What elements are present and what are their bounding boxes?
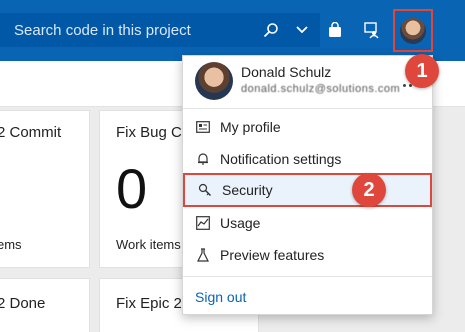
avatar	[195, 62, 233, 100]
search-icon[interactable]	[255, 13, 287, 47]
card-subtitle: Work items	[116, 237, 181, 252]
card-title: Fix Epic 2	[116, 295, 182, 312]
profile-name: Donald Schulz	[241, 64, 332, 80]
top-navigation-bar: Search code in this project	[0, 0, 465, 61]
chevron-down-icon[interactable]	[288, 13, 316, 47]
menu-item-label: My profile	[220, 119, 281, 135]
profile-header: Donald Schulz donald.schulz@solutions.co…	[183, 56, 432, 106]
dashboard-card[interactable]: 2 Commit ems	[0, 110, 90, 268]
menu-item-label: Preview features	[220, 247, 325, 263]
card-title: 2 Commit	[0, 124, 62, 141]
callout-badge-1: 1	[405, 54, 439, 88]
menu-item-usage[interactable]: Usage	[183, 208, 432, 238]
dashboard-card[interactable]: 2 Done	[0, 278, 90, 332]
key-icon	[197, 182, 213, 198]
profile-email: donald.schulz@solutions.com	[241, 83, 401, 95]
avatar	[400, 17, 426, 44]
menu-item-preview-features[interactable]: Preview features	[183, 240, 432, 270]
card-count: 0	[116, 157, 148, 220]
contact-card-icon	[195, 119, 211, 135]
menu-item-security[interactable]: Security	[183, 173, 432, 207]
sign-out-link[interactable]: Sign out	[195, 289, 246, 305]
chart-icon	[195, 215, 211, 231]
feedback-icon[interactable]	[355, 13, 389, 47]
menu-divider	[183, 108, 432, 109]
menu-item-label: Security	[222, 182, 273, 198]
menu-item-label: Notification settings	[220, 151, 342, 167]
menu-item-notification-settings[interactable]: Notification settings	[183, 144, 432, 174]
flask-icon	[195, 247, 211, 263]
card-title: 2 Done	[0, 295, 46, 312]
callout-badge-2: 2	[352, 173, 386, 207]
shopping-bag-icon[interactable]	[318, 13, 352, 47]
bell-icon	[195, 151, 211, 167]
profile-menu: Donald Schulz donald.schulz@solutions.co…	[182, 55, 433, 315]
menu-item-label: Usage	[220, 215, 261, 231]
menu-divider	[183, 276, 432, 277]
search-box[interactable]: Search code in this project	[0, 13, 320, 47]
card-title: Fix Bug Co	[116, 124, 191, 141]
user-avatar-button[interactable]	[393, 9, 433, 52]
card-subtitle: ems	[0, 237, 22, 252]
menu-item-my-profile[interactable]: My profile	[183, 112, 432, 142]
